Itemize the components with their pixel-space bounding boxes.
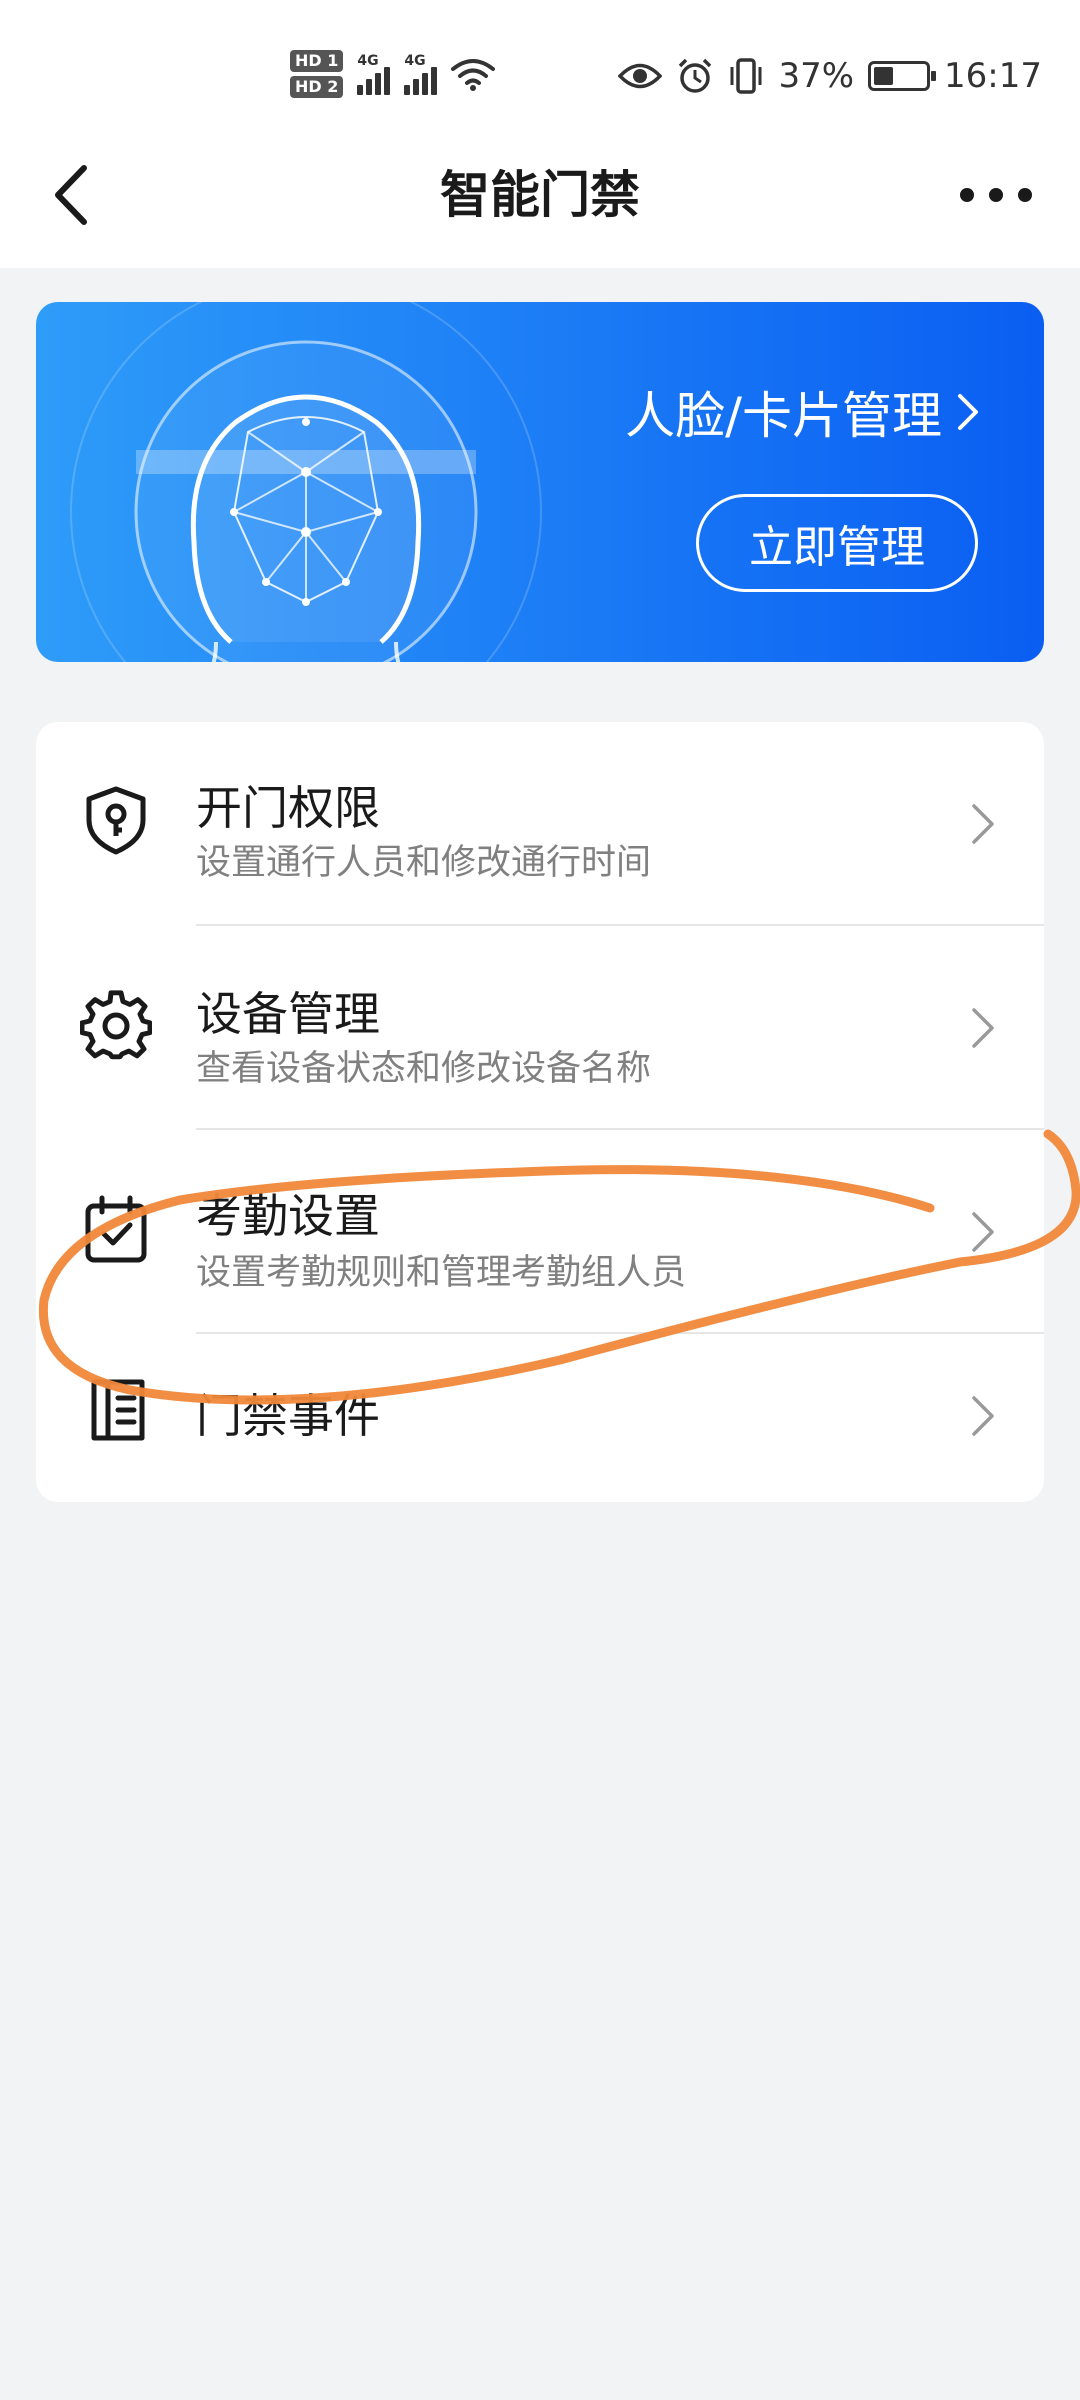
face-card-manage-link[interactable]: 人脸/卡片管理: [625, 376, 980, 448]
signal-2-icon: 4G: [404, 53, 438, 95]
chevron-right-icon: [972, 1212, 994, 1252]
eye-icon: [618, 63, 663, 89]
menu-item-door-permission[interactable]: 开门权限 设置通行人员和修改通行时间: [36, 722, 1044, 924]
face-card-manage-label: 人脸/卡片管理: [625, 387, 942, 445]
chevron-right-icon: [972, 1008, 994, 1048]
vibrate-icon: [730, 58, 762, 94]
wifi-icon: [451, 59, 496, 91]
calendar-check-icon: [85, 1195, 147, 1263]
network-2-type: 4G: [404, 53, 426, 69]
manage-now-button[interactable]: 立即管理: [696, 494, 978, 592]
menu-item-title: 设备管理: [196, 987, 380, 1041]
face-recognition-illustration: [70, 302, 542, 662]
door-list-icon: [91, 1379, 145, 1441]
battery-charging-icon: [868, 61, 937, 91]
menu-item-attendance-settings[interactable]: 考勤设置 设置考勤规则和管理考勤组人员: [36, 1130, 1044, 1332]
menu-item-device-management[interactable]: 设备管理 查看设备状态和修改设备名称: [36, 926, 1044, 1128]
gear-icon: [80, 990, 152, 1060]
menu-item-door-events[interactable]: 门禁事件: [36, 1334, 1044, 1502]
menu-item-title: 考勤设置: [196, 1189, 380, 1243]
battery-percent: 37%: [778, 56, 855, 96]
chevron-right-icon: [972, 804, 994, 844]
page-title: 智能门禁: [440, 166, 640, 224]
menu-item-desc: 查看设备状态和修改设备名称: [196, 1049, 652, 1089]
menu-item-desc: 设置通行人员和修改通行时间: [196, 843, 652, 883]
alarm-icon: [679, 58, 712, 93]
menu-item-title: 门禁事件: [196, 1389, 380, 1443]
sim2-label: HD 2: [290, 76, 344, 98]
face-card-banner[interactable]: 人脸/卡片管理 立即管理: [36, 302, 1044, 662]
menu-list: 开门权限 设置通行人员和修改通行时间 设备管理 查看设备状态和修改设备名称 考勤…: [36, 722, 1044, 1502]
chevron-right-icon: [958, 394, 978, 430]
status-bar: HD 1 HD 2 4G 4G 37% 16:17: [0, 0, 1080, 150]
clock: 16:17: [944, 56, 1042, 96]
chevron-right-icon: [972, 1396, 994, 1436]
more-dots-icon[interactable]: [960, 170, 1032, 220]
menu-item-title: 开门权限: [196, 781, 380, 835]
menu-item-desc: 设置考勤规则和管理考勤组人员: [196, 1253, 687, 1293]
sim1-label: HD 1: [290, 50, 344, 72]
network-indicators: HD 1 HD 2 4G 4G: [290, 50, 496, 98]
signal-1-icon: 4G: [357, 53, 391, 95]
sim-indicators: HD 1 HD 2: [290, 50, 344, 98]
network-1-type: 4G: [357, 53, 379, 69]
system-indicators: 37% 16:17: [618, 56, 1042, 96]
shield-key-icon: [86, 786, 146, 855]
